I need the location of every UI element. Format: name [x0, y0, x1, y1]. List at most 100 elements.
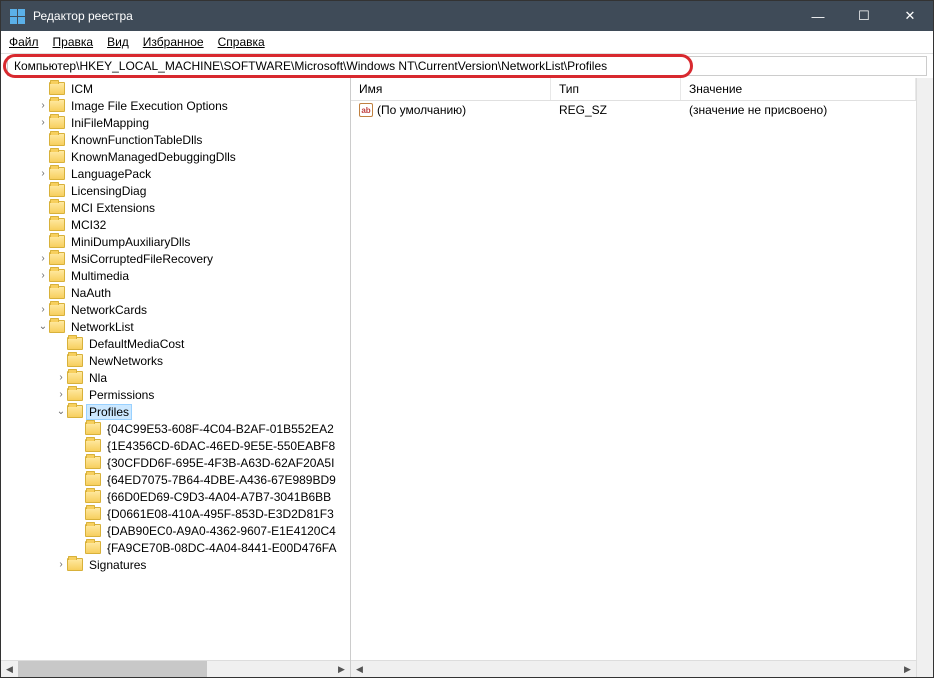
tree-item-label: {FA9CE70B-08DC-4A04-8441-E00D476FA — [105, 541, 338, 555]
tree-item-label: Nla — [87, 371, 109, 385]
menu-favorites[interactable]: Избранное — [143, 35, 204, 49]
col-type[interactable]: Тип — [551, 78, 681, 100]
tree-item[interactable]: ›MsiCorruptedFileRecovery — [1, 250, 350, 267]
scroll-right-icon[interactable]: ▶ — [899, 661, 916, 678]
value-type: REG_SZ — [551, 103, 681, 117]
tree-item[interactable]: ›Multimedia — [1, 267, 350, 284]
app-icon — [9, 8, 25, 24]
tree-item-label: DefaultMediaCost — [87, 337, 186, 351]
tree-item[interactable]: {1E4356CD-6DAC-46ED-9E5E-550EABF8 — [1, 437, 350, 454]
tree-item[interactable]: {04C99E53-608F-4C04-B2AF-01B552EA2 — [1, 420, 350, 437]
expander-icon[interactable]: ⌄ — [55, 406, 67, 417]
tree-item[interactable]: {30CFDD6F-695E-4F3B-A63D-62AF20A5I — [1, 454, 350, 471]
tree-item[interactable]: ›Permissions — [1, 386, 350, 403]
scroll-left-icon[interactable]: ◀ — [351, 661, 368, 678]
expander-icon[interactable]: › — [37, 253, 49, 264]
menu-view[interactable]: Вид — [107, 35, 129, 49]
folder-icon — [67, 405, 83, 418]
tree-item-label: KnownFunctionTableDlls — [69, 133, 204, 147]
tree-item-label: KnownManagedDebuggingDlls — [69, 150, 238, 164]
tree-item-label: LicensingDiag — [69, 184, 148, 198]
expander-icon[interactable]: › — [55, 372, 67, 383]
tree-item[interactable]: ⌄Profiles — [1, 403, 350, 420]
tree-item[interactable]: › Signatures — [1, 556, 350, 573]
tree-item-label: NewNetworks — [87, 354, 165, 368]
folder-icon — [49, 133, 65, 146]
tree-item-label: IniFileMapping — [69, 116, 151, 130]
folder-icon — [49, 184, 65, 197]
expander-icon[interactable]: › — [37, 304, 49, 315]
tree-item-label: {04C99E53-608F-4C04-B2AF-01B552EA2 — [105, 422, 336, 436]
maximize-button[interactable]: ☐ — [841, 1, 887, 31]
folder-icon — [49, 269, 65, 282]
tree-item[interactable]: KnownFunctionTableDlls — [1, 131, 350, 148]
content-area: ICM›Image File Execution Options›IniFile… — [1, 78, 933, 677]
menu-file[interactable]: Файл — [9, 35, 39, 49]
tree-item[interactable]: ⌄ NetworkList — [1, 318, 350, 335]
tree-item[interactable]: › LanguagePack — [1, 165, 350, 182]
tree-item-label: {30CFDD6F-695E-4F3B-A63D-62AF20A5I — [105, 456, 336, 470]
folder-icon — [49, 150, 65, 163]
menubar: Файл Правка Вид Избранное Справка — [1, 31, 933, 54]
tree-item[interactable]: KnownManagedDebuggingDlls — [1, 148, 350, 165]
tree-item-label: {1E4356CD-6DAC-46ED-9E5E-550EABF8 — [105, 439, 337, 453]
expander-icon[interactable]: › — [37, 168, 49, 179]
folder-icon — [49, 82, 65, 95]
values-vscrollbar[interactable] — [916, 78, 933, 677]
folder-icon — [85, 473, 101, 486]
tree-item-label: NetworkList — [69, 320, 136, 334]
close-button[interactable]: ✕ — [887, 1, 933, 31]
scroll-right-icon[interactable]: ▶ — [333, 661, 350, 678]
tree-body[interactable]: ICM›Image File Execution Options›IniFile… — [1, 78, 350, 660]
tree-item[interactable]: › Nla — [1, 369, 350, 386]
tree-item[interactable]: NewNetworks — [1, 352, 350, 369]
scroll-left-icon[interactable]: ◀ — [1, 661, 18, 678]
folder-icon — [67, 337, 83, 350]
expander-icon[interactable]: ⌄ — [37, 321, 49, 332]
expander-icon[interactable]: › — [37, 117, 49, 128]
menu-edit[interactable]: Правка — [53, 35, 94, 49]
tree-item-label: {DAB90EC0-A9A0-4362-9607-E1E4120C4 — [105, 524, 338, 538]
minimize-button[interactable]: — — [795, 1, 841, 31]
titlebar[interactable]: Редактор реестра — ☐ ✕ — [1, 1, 933, 31]
folder-icon — [67, 354, 83, 367]
tree-item[interactable]: NaAuth — [1, 284, 350, 301]
tree-item[interactable]: MCI32 — [1, 216, 350, 233]
tree-item[interactable]: › IniFileMapping — [1, 114, 350, 131]
folder-icon — [49, 320, 65, 333]
tree-item[interactable]: MiniDumpAuxiliaryDlls — [1, 233, 350, 250]
value-row[interactable]: ab (По умолчанию) REG_SZ (значение не пр… — [351, 101, 916, 119]
folder-icon — [67, 558, 83, 571]
tree-item[interactable]: {D0661E08-410A-495F-853D-E3D2D81F3 — [1, 505, 350, 522]
folder-icon — [49, 201, 65, 214]
expander-icon[interactable]: › — [55, 559, 67, 570]
tree-item[interactable]: DefaultMediaCost — [1, 335, 350, 352]
address-input[interactable] — [7, 56, 927, 76]
values-header[interactable]: Имя Тип Значение — [351, 78, 916, 101]
expander-icon[interactable]: › — [55, 389, 67, 400]
tree-item[interactable]: ›NetworkCards — [1, 301, 350, 318]
tree-item[interactable]: {66D0ED69-C9D3-4A04-A7B7-3041B6BB — [1, 488, 350, 505]
tree-item[interactable]: ›Image File Execution Options — [1, 97, 350, 114]
folder-icon — [49, 99, 65, 112]
values-panel: Имя Тип Значение ab (По умолчанию) REG_S… — [351, 78, 916, 677]
tree-item[interactable]: {DAB90EC0-A9A0-4362-9607-E1E4120C4 — [1, 522, 350, 539]
tree-item[interactable]: {64ED7075-7B64-4DBE-A436-67E989BD9 — [1, 471, 350, 488]
tree-item[interactable]: {FA9CE70B-08DC-4A04-8441-E00D476FA — [1, 539, 350, 556]
values-hscrollbar[interactable]: ◀ ▶ — [351, 660, 916, 677]
values-body[interactable]: ab (По умолчанию) REG_SZ (значение не пр… — [351, 101, 916, 660]
col-data[interactable]: Значение — [681, 78, 916, 100]
tree-item-label: Signatures — [87, 558, 148, 572]
tree-item[interactable]: ICM — [1, 80, 350, 97]
tree-item[interactable]: LicensingDiag — [1, 182, 350, 199]
tree-item[interactable]: MCI Extensions — [1, 199, 350, 216]
col-name[interactable]: Имя — [351, 78, 551, 100]
tree-hscrollbar[interactable]: ◀ ▶ — [1, 660, 350, 677]
menu-help[interactable]: Справка — [218, 35, 265, 49]
tree-item-label: LanguagePack — [69, 167, 153, 181]
expander-icon[interactable]: › — [37, 100, 49, 111]
expander-icon[interactable]: › — [37, 270, 49, 281]
tree-item-label: ICM — [69, 82, 95, 96]
tree-item-label: {D0661E08-410A-495F-853D-E3D2D81F3 — [105, 507, 336, 521]
folder-icon — [85, 490, 101, 503]
